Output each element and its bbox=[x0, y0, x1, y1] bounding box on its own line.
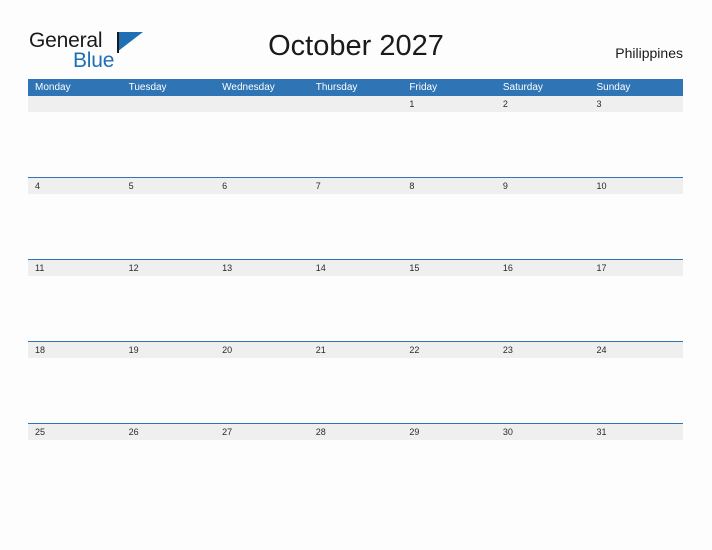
country-label: Philippines bbox=[615, 45, 683, 61]
day-cell[interactable]: 27 bbox=[215, 424, 309, 440]
week-notes-area[interactable] bbox=[28, 194, 683, 259]
page-header: General Blue October 2027 Philippines bbox=[0, 0, 712, 78]
day-cell[interactable] bbox=[309, 96, 403, 112]
day-cell[interactable]: 23 bbox=[496, 342, 590, 358]
day-cell[interactable]: 29 bbox=[402, 424, 496, 440]
day-cell[interactable]: 17 bbox=[589, 260, 683, 276]
weekday-header-monday: Monday bbox=[35, 82, 71, 93]
day-cell[interactable] bbox=[122, 96, 216, 112]
day-cell[interactable]: 9 bbox=[496, 178, 590, 194]
day-cell[interactable]: 18 bbox=[28, 342, 122, 358]
day-cell[interactable]: 22 bbox=[402, 342, 496, 358]
weekday-header-friday: Friday bbox=[409, 82, 438, 93]
calendar-week-row: 1 2 3 bbox=[28, 96, 683, 177]
week-date-band: 1 2 3 bbox=[28, 96, 683, 112]
week-date-band: 4 5 6 7 8 9 10 bbox=[28, 177, 683, 194]
day-cell[interactable]: 8 bbox=[402, 178, 496, 194]
day-cell[interactable]: 15 bbox=[402, 260, 496, 276]
week-date-band: 25 26 27 28 29 30 31 bbox=[28, 423, 683, 440]
day-cell[interactable]: 28 bbox=[309, 424, 403, 440]
day-cell[interactable]: 21 bbox=[309, 342, 403, 358]
calendar-week-row: 11 12 13 14 15 16 17 bbox=[28, 259, 683, 341]
weekday-header-tuesday: Tuesday bbox=[128, 82, 167, 93]
calendar-week-row: 18 19 20 21 22 23 24 bbox=[28, 341, 683, 423]
day-cell[interactable]: 24 bbox=[589, 342, 683, 358]
day-cell[interactable]: 3 bbox=[589, 96, 683, 112]
day-cell[interactable]: 12 bbox=[122, 260, 216, 276]
day-cell[interactable]: 13 bbox=[215, 260, 309, 276]
weekday-header-row: Monday Tuesday Wednesday Thursday Friday… bbox=[28, 79, 683, 96]
page-title: October 2027 bbox=[268, 30, 444, 62]
calendar-week-row: 4 5 6 7 8 9 10 bbox=[28, 177, 683, 259]
week-date-band: 18 19 20 21 22 23 24 bbox=[28, 341, 683, 358]
calendar-week-row: 25 26 27 28 29 30 31 bbox=[28, 423, 683, 504]
day-cell[interactable]: 31 bbox=[589, 424, 683, 440]
day-cell[interactable]: 26 bbox=[122, 424, 216, 440]
week-notes-area[interactable] bbox=[28, 276, 683, 341]
calendar-grid: Monday Tuesday Wednesday Thursday Friday… bbox=[28, 79, 683, 504]
week-notes-area[interactable] bbox=[28, 112, 683, 177]
day-cell[interactable]: 10 bbox=[589, 178, 683, 194]
day-cell[interactable]: 20 bbox=[215, 342, 309, 358]
weekday-header-thursday: Thursday bbox=[315, 82, 358, 93]
day-cell[interactable]: 30 bbox=[496, 424, 590, 440]
weekday-header-saturday: Saturday bbox=[502, 82, 543, 93]
day-cell[interactable]: 16 bbox=[496, 260, 590, 276]
week-date-band: 11 12 13 14 15 16 17 bbox=[28, 259, 683, 276]
day-cell[interactable]: 19 bbox=[122, 342, 216, 358]
day-cell[interactable] bbox=[215, 96, 309, 112]
weekday-header-wednesday: Wednesday bbox=[222, 82, 275, 93]
day-cell[interactable]: 1 bbox=[402, 96, 496, 112]
day-cell[interactable]: 4 bbox=[28, 178, 122, 194]
day-cell[interactable]: 14 bbox=[309, 260, 403, 276]
day-cell[interactable] bbox=[28, 96, 122, 112]
day-cell[interactable]: 6 bbox=[215, 178, 309, 194]
week-notes-area[interactable] bbox=[28, 358, 683, 423]
day-cell[interactable]: 5 bbox=[122, 178, 216, 194]
week-notes-area[interactable] bbox=[28, 440, 683, 504]
day-cell[interactable]: 7 bbox=[309, 178, 403, 194]
calendar-page: General Blue October 2027 Philippines Mo… bbox=[0, 0, 712, 550]
weekday-header-sunday: Sunday bbox=[596, 82, 631, 93]
day-cell[interactable]: 25 bbox=[28, 424, 122, 440]
day-cell[interactable]: 11 bbox=[28, 260, 122, 276]
day-cell[interactable]: 2 bbox=[496, 96, 590, 112]
